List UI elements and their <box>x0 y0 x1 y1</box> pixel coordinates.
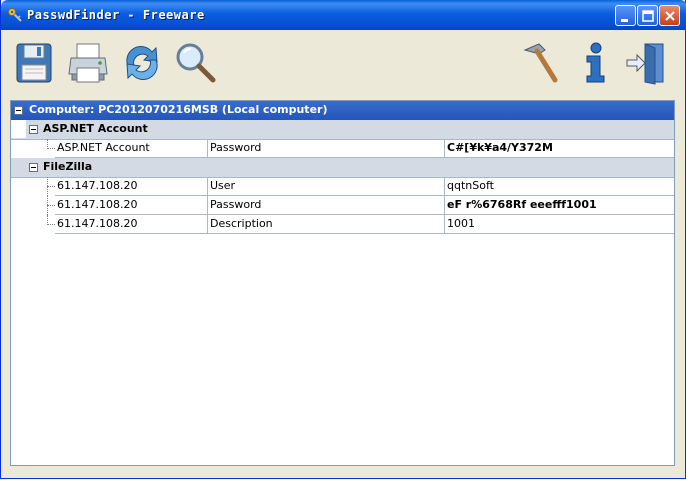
close-icon <box>665 11 675 21</box>
collapse-toggle-icon[interactable] <box>29 163 38 172</box>
close-button[interactable] <box>659 5 680 26</box>
group-row[interactable]: FileZilla <box>11 158 674 178</box>
info-icon <box>586 42 605 83</box>
minimize-icon <box>621 19 628 22</box>
print-button[interactable] <box>67 40 111 86</box>
host-cell: 61.147.108.20 <box>55 196 208 215</box>
refresh-button[interactable] <box>120 40 164 86</box>
refresh-arrows-icon <box>126 46 158 80</box>
group-label: FileZilla <box>43 160 93 173</box>
field-cell: Password <box>208 196 445 215</box>
value-cell[interactable]: 1001 <box>445 215 674 234</box>
save-button[interactable] <box>13 40 57 86</box>
table-row[interactable]: 61.147.108.20 Password eF r%6768Rf eeeff… <box>11 196 674 215</box>
value-cell[interactable]: qqtnSoft <box>445 177 674 196</box>
table-row[interactable]: ASP.NET Account Password C#[¥k¥a4/Y372M <box>11 139 674 158</box>
window-title: PasswdFinder - Freeware <box>27 8 205 22</box>
field-cell: User <box>208 177 445 196</box>
maximize-icon <box>642 10 654 22</box>
host-cell: 61.147.108.20 <box>55 177 208 196</box>
exit-button[interactable] <box>625 40 669 86</box>
collapse-toggle-icon[interactable] <box>29 125 38 134</box>
field-cell: Description <box>208 215 445 234</box>
value-cell[interactable]: C#[¥k¥a4/Y372M <box>445 139 674 158</box>
title-bar[interactable]: PasswdFinder - Freeware <box>1 0 686 30</box>
exit-door-icon <box>626 43 664 85</box>
field-cell: Password <box>208 139 445 158</box>
group-row[interactable]: ASP.NET Account <box>11 120 674 140</box>
search-button[interactable] <box>173 40 217 86</box>
magnifier-icon <box>176 43 216 83</box>
host-cell: 61.147.108.20 <box>55 215 208 234</box>
group-label: ASP.NET Account <box>43 122 148 135</box>
table-row[interactable]: 61.147.108.20 User qqtnSoft <box>11 177 674 196</box>
minimize-button[interactable] <box>615 5 636 26</box>
hammer-icon <box>523 43 558 83</box>
maximize-button[interactable] <box>637 5 658 26</box>
app-window: PasswdFinder - Freeware Computer: PC2012… <box>0 0 686 479</box>
settings-button[interactable] <box>519 40 563 86</box>
password-tree-grid[interactable]: Computer: PC2012070216MSB (Local compute… <box>10 100 675 466</box>
root-row[interactable]: Computer: PC2012070216MSB (Local compute… <box>11 101 674 121</box>
floppy-disk-icon <box>16 43 52 83</box>
host-cell: ASP.NET Account <box>55 139 208 158</box>
key-app-icon <box>8 8 22 22</box>
root-label: Computer: PC2012070216MSB (Local compute… <box>29 103 328 116</box>
toolbar <box>5 30 683 96</box>
printer-icon <box>68 43 108 83</box>
collapse-toggle-icon[interactable] <box>14 106 23 115</box>
table-row[interactable]: 61.147.108.20 Description 1001 <box>11 215 674 234</box>
value-cell[interactable]: eF r%6768Rf eeefff1001 <box>445 196 674 215</box>
about-button[interactable] <box>573 40 617 86</box>
